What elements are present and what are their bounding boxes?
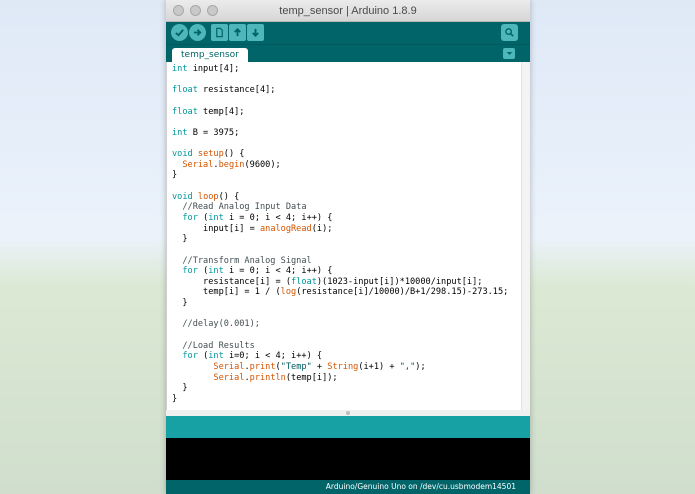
code-line[interactable]: //Read Analog Input Data xyxy=(172,202,508,213)
new-file-icon xyxy=(216,27,223,38)
window-title: temp_sensor | Arduino 1.8.9 xyxy=(279,5,417,17)
code-line[interactable] xyxy=(172,117,508,128)
message-bar xyxy=(166,416,530,438)
code-line[interactable]: for (int i=0; i < 4; i++) { xyxy=(172,351,508,362)
code-line[interactable]: Serial.print("Temp" + String(i+1) + ",")… xyxy=(172,362,508,373)
desktop-wallpaper-right xyxy=(530,0,695,494)
open-button[interactable] xyxy=(229,24,246,41)
desktop-wallpaper-left xyxy=(0,0,166,494)
code-line[interactable]: } xyxy=(172,170,508,181)
code-line[interactable] xyxy=(172,309,508,320)
console-output[interactable] xyxy=(166,438,530,480)
code-line[interactable]: for (int i = 0; i < 4; i++) { xyxy=(172,213,508,224)
code-line[interactable] xyxy=(172,330,508,341)
verify-button[interactable] xyxy=(171,24,188,41)
code-line[interactable] xyxy=(172,96,508,107)
code-line[interactable]: for (int i = 0; i < 4; i++) { xyxy=(172,266,508,277)
code-line[interactable]: temp[i] = 1 / (log(resistance[i]/10000)/… xyxy=(172,287,508,298)
code-line[interactable]: resistance[i] = (float)(1023-input[i])*1… xyxy=(172,277,508,288)
minimize-window-button[interactable] xyxy=(190,5,201,16)
code-editor[interactable]: int input[4]; float resistance[4]; float… xyxy=(166,62,530,410)
magnifier-icon xyxy=(505,28,514,37)
editor-scrollbar[interactable] xyxy=(521,62,530,410)
code-line[interactable]: } xyxy=(172,298,508,309)
arrow-up-icon xyxy=(234,27,241,37)
code-line[interactable]: float temp[4]; xyxy=(172,107,508,118)
editor-console-splitter[interactable] xyxy=(166,410,530,416)
code-line[interactable] xyxy=(172,181,508,192)
checkmark-icon xyxy=(175,29,184,37)
code-line[interactable]: } xyxy=(172,383,508,394)
code-line[interactable]: float resistance[4]; xyxy=(172,85,508,96)
code-line[interactable]: int input[4]; xyxy=(172,64,508,75)
title-bar[interactable]: temp_sensor | Arduino 1.8.9 xyxy=(166,0,530,22)
arduino-ide-window: temp_sensor | Arduino 1.8.9 temp_sensor … xyxy=(166,0,530,494)
close-window-button[interactable] xyxy=(173,5,184,16)
board-status: Arduino/Genuino Uno on /dev/cu.usbmodem1… xyxy=(166,480,530,494)
serial-monitor-button[interactable] xyxy=(501,24,518,41)
save-button[interactable] xyxy=(247,24,264,41)
zoom-window-button[interactable] xyxy=(207,5,218,16)
code-line[interactable]: //Transform Analog Signal xyxy=(172,256,508,267)
code-text[interactable]: int input[4]; float resistance[4]; float… xyxy=(172,64,508,405)
tab-bar: temp_sensor xyxy=(166,44,530,63)
tab-temp-sensor[interactable]: temp_sensor xyxy=(172,48,248,63)
code-line[interactable]: void setup() { xyxy=(172,149,508,160)
code-line[interactable] xyxy=(172,245,508,256)
chevron-down-icon xyxy=(506,52,512,55)
code-line[interactable] xyxy=(172,75,508,86)
new-sketch-button[interactable] xyxy=(211,24,228,41)
code-line[interactable]: } xyxy=(172,394,508,405)
window-controls xyxy=(173,5,218,16)
arrow-down-icon xyxy=(252,28,259,38)
upload-button[interactable] xyxy=(189,24,206,41)
toolbar xyxy=(166,22,530,44)
code-line[interactable] xyxy=(172,138,508,149)
code-line[interactable]: //Load Results xyxy=(172,341,508,352)
code-line[interactable]: //delay(0.001); xyxy=(172,319,508,330)
tab-menu-button[interactable] xyxy=(503,48,515,59)
code-line[interactable]: int B = 3975; xyxy=(172,128,508,139)
code-line[interactable]: input[i] = analogRead(i); xyxy=(172,224,508,235)
arrow-right-icon xyxy=(193,29,202,36)
code-line[interactable]: Serial.println(temp[i]); xyxy=(172,373,508,384)
code-line[interactable]: void loop() { xyxy=(172,192,508,203)
code-line[interactable]: Serial.begin(9600); xyxy=(172,160,508,171)
splitter-handle[interactable] xyxy=(346,411,350,415)
code-line[interactable]: } xyxy=(172,234,508,245)
